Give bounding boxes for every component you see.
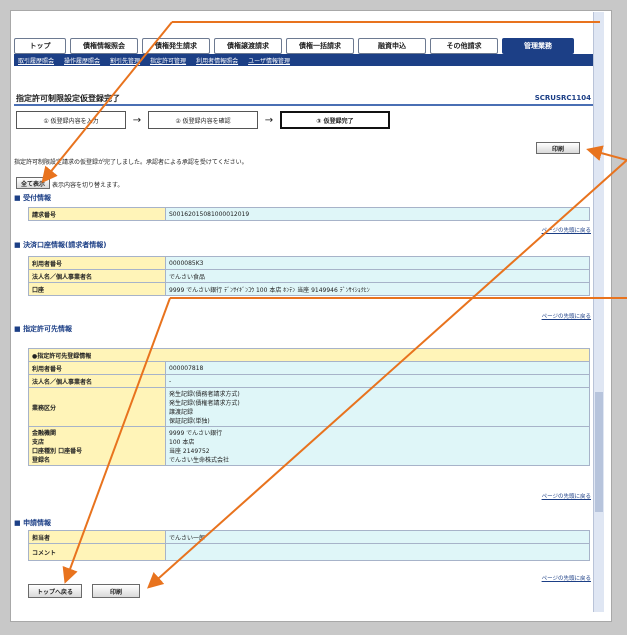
section-applicant-title: 申請情報 [14,518,51,528]
label-comment: コメント [28,543,166,561]
back-to-top-button[interactable]: トップへ戻る [28,584,82,598]
print-button-top[interactable]: 印刷 [536,142,580,154]
tab-financing[interactable]: 融資申込 [358,38,426,54]
label-account: 口座 [28,282,166,296]
vertical-scrollbar[interactable] [593,12,604,612]
progress-steps: ① 仮登録内容を入力 → ② 仮登録内容を確認 → ③ 仮登録完了 [16,111,390,129]
value-account: 9999 でんさい銀行 ﾃﾞﾝｻｲｷﾞﾝｺｳ 100 本店 ﾎﾝﾃﾝ 当座 91… [165,282,590,296]
scrollbar-thumb[interactable] [595,392,603,512]
label-person-in-charge: 担当者 [28,530,166,544]
show-all-button[interactable]: 全て表示 [16,177,50,189]
show-all-note: 表示内容を切り替えます。 [52,182,124,189]
value-permit-user-number: 000007818 [165,361,590,375]
account-table: 利用者番号 0000085K3 法人名／個人事業者名 でんさい食品 口座 9999 で… [28,256,590,296]
screen-id: SCRUSRC1104 [534,94,591,102]
label-permit-user-number: 利用者番号 [28,361,166,375]
tab-bond-transfer[interactable]: 債権譲渡請求 [214,38,282,54]
page-top-link[interactable]: ページの先頭に戻る [542,226,591,234]
section-permit-title: 指定許可先情報 [14,324,72,334]
page-top-link[interactable]: ページの先頭に戻る [542,492,591,500]
page-top-link[interactable]: ページの先頭に戻る [542,574,591,582]
step-confirm: ② 仮登録内容を確認 [148,111,258,129]
permit-table: ●指定許可先登録情報 利用者番号 000007818 法人名／個人事業者名 - 業務… [28,348,590,466]
tab-top[interactable]: トップ [14,38,66,54]
value-comment[interactable] [165,543,590,561]
subnav-permit-management[interactable]: 指定許可管理 [150,56,186,65]
step-arrow-icon: → [264,114,274,126]
main-tabs: トップ 債権情報照会 債権発生請求 債権譲渡請求 債権一括請求 融資申込 その他… [14,38,574,54]
section-receipt-title: 受付情報 [14,193,51,203]
step-complete: ③ 仮登録完了 [280,111,390,129]
permit-subheader: ●指定許可先登録情報 [28,348,590,362]
tab-management[interactable]: 管理業務 [502,38,574,54]
subnav-transaction-history[interactable]: 取引履歴照会 [18,56,54,65]
tab-bulk-request[interactable]: 債権一括請求 [286,38,354,54]
subnav-discount-management[interactable]: 割引先管理 [110,56,140,65]
value-permit-company: - [165,374,590,388]
value-bank-info: 9999 でんさい銀行 100 本店 当座 2149752 でんさい生命株式会社 [165,426,590,466]
tab-bond-issue[interactable]: 債権発生請求 [142,38,210,54]
label-business-type: 業務区分 [28,387,166,427]
value-user-number: 0000085K3 [165,256,590,270]
subnav-operation-history[interactable]: 操作履歴照会 [64,56,100,65]
label-bank-info: 金融機関 支店 口座種別 口座番号 登録名 [28,426,166,466]
step-input: ① 仮登録内容を入力 [16,111,126,129]
tab-other-request[interactable]: その他請求 [430,38,498,54]
step-arrow-icon: → [132,114,142,126]
value-business-type: 発生記録(債務者請求方式) 発生記録(債権者請求方式) 譲渡記録 保証記録(単独… [165,387,590,427]
completion-message: 指定許可制限設定請求の仮登録が完了しました。承認者による承認を受けてください。 [14,159,248,166]
label-permit-company: 法人名／個人事業者名 [28,374,166,388]
value-request-number: S00162015081000012019 [165,207,590,221]
label-company-name: 法人名／個人事業者名 [28,269,166,283]
value-person-in-charge: でんさい一郎 [165,530,590,544]
page-top-link[interactable]: ページの先頭に戻る [542,312,591,320]
section-account-title: 決済口座情報(請求者情報) [14,240,106,250]
value-company-name: でんさい食品 [165,269,590,283]
label-request-number: 請求番号 [28,207,166,221]
print-button-bottom[interactable]: 印刷 [92,584,140,598]
subnav-user-management[interactable]: ユーザ情報管理 [248,56,290,65]
applicant-table: 担当者 でんさい一郎 コメント [28,530,590,561]
sub-navigation: 取引履歴照会 操作履歴照会 割引先管理 指定許可管理 利用者情報照会 ユーザ情報… [14,54,593,66]
page-title: 指定許可制限設定仮登録完了 [16,94,120,103]
page-title-bar: 指定許可制限設定仮登録完了 SCRUSRC1104 [14,92,593,106]
tab-bond-inquiry[interactable]: 債権情報照会 [70,38,138,54]
receipt-table: 請求番号 S00162015081000012019 [28,207,590,221]
label-user-number: 利用者番号 [28,256,166,270]
subnav-user-inquiry[interactable]: 利用者情報照会 [196,56,238,65]
